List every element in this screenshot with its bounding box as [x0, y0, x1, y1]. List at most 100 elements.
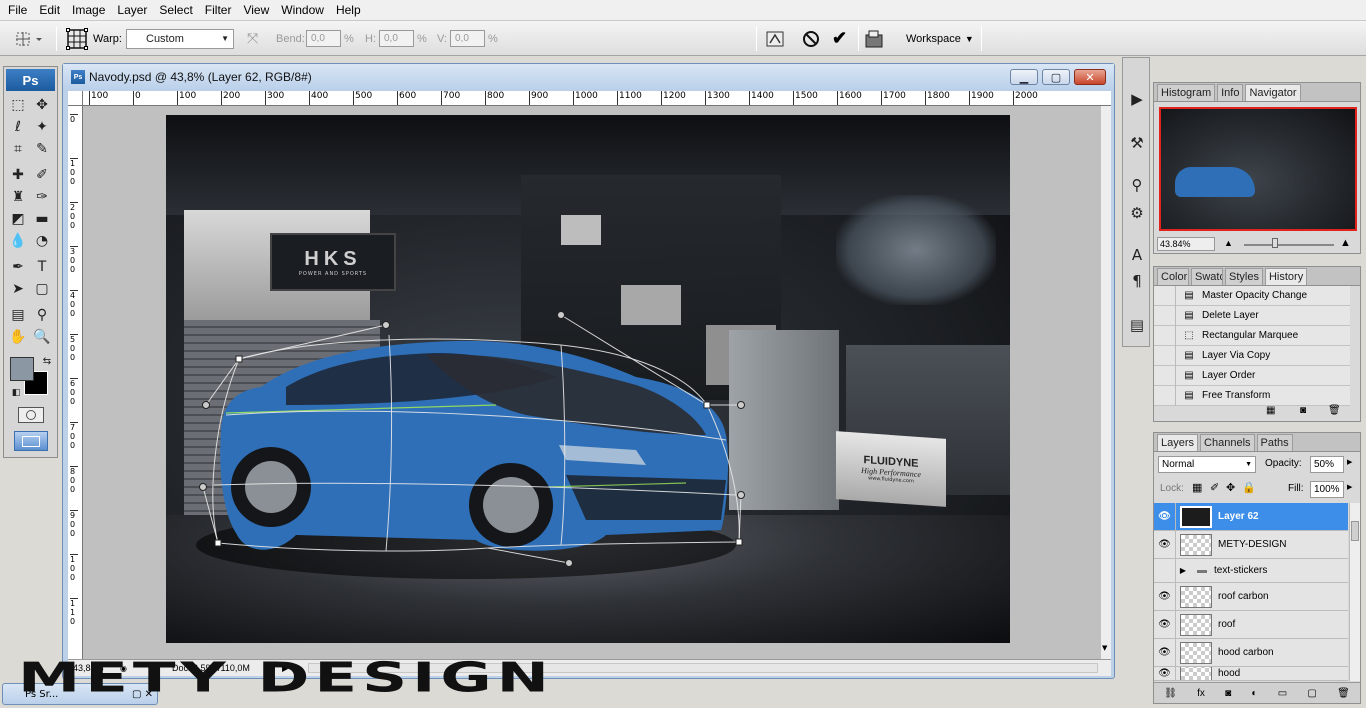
gradient-tool-icon[interactable]: ▬	[31, 209, 53, 229]
history-item[interactable]: ▤ Layer Via Copy	[1154, 345, 1350, 366]
navigator-preview[interactable]	[1159, 107, 1357, 231]
visibility-eye-icon[interactable]: 👁	[1154, 582, 1176, 611]
layer-group-row[interactable]: ▶ ▬ text-stickers	[1154, 558, 1348, 583]
horizontal-ruler[interactable]: 1001000100200300400500600700800900100011…	[83, 91, 1111, 106]
h-distortion-input[interactable]: 0,0	[379, 30, 414, 47]
type-tool-icon[interactable]: T	[31, 257, 53, 277]
visibility-eye-icon[interactable]: 👁	[1154, 530, 1176, 559]
menu-window[interactable]: Window	[275, 0, 330, 21]
cancel-transform-button[interactable]	[802, 21, 820, 56]
scroll-down-icon[interactable]: ▼	[1102, 644, 1107, 652]
delete-layer-icon[interactable]: 🗑	[1337, 688, 1350, 699]
layer-row[interactable]: 👁 roof carbon	[1154, 582, 1348, 611]
zoom-out-icon[interactable]: ▲	[1224, 238, 1233, 248]
visibility-eye-icon[interactable]: 👁	[1154, 610, 1176, 639]
menu-help[interactable]: Help	[330, 0, 367, 21]
layer-mask-icon[interactable]: ◙	[1225, 688, 1231, 699]
lock-pixels-icon[interactable]: ✐	[1210, 481, 1219, 494]
clone-stamp-tool-icon[interactable]: ♜	[7, 187, 29, 207]
tab-navigator[interactable]: Navigator	[1245, 84, 1301, 101]
hand-tool-icon[interactable]: ✋	[7, 327, 29, 347]
fill-input[interactable]: 100%	[1310, 481, 1344, 498]
vertical-ruler[interactable]: 0 1 0 0 2 0 0 3 0 0 4 0 0 5 0 0 6 0 0 7 0 0 8 0 …	[68, 106, 83, 659]
visibility-toggle[interactable]	[1154, 558, 1176, 583]
eyedropper-tool-icon[interactable]: ⚲	[31, 305, 53, 325]
history-item[interactable]: ▤ Master Opacity Change	[1154, 285, 1350, 306]
character-panel-icon[interactable]: A	[1126, 244, 1148, 266]
opacity-input[interactable]: 50%	[1310, 456, 1344, 473]
brushes-panel-icon[interactable]: ⚲	[1126, 174, 1148, 196]
visibility-eye-icon[interactable]: 👁	[1154, 502, 1176, 531]
layers-scroll-thumb[interactable]	[1351, 521, 1359, 541]
document-title-bar[interactable]: Ps Navody.psd @ 43,8% (Layer 62, RGB/8#)	[63, 64, 1114, 90]
lasso-tool-icon[interactable]: ℓ	[7, 117, 29, 137]
navigator-zoom-slider[interactable]	[1244, 244, 1334, 246]
history-item[interactable]: ▤ Delete Layer	[1154, 305, 1350, 326]
paragraph-panel-icon[interactable]: ¶	[1126, 270, 1148, 292]
default-colors-icon[interactable]: ◧	[5, 383, 27, 403]
warp-style-select[interactable]: Custom ▼	[126, 28, 234, 49]
switch-free-transform-button[interactable]	[765, 21, 785, 56]
move-tool-icon[interactable]: ✥	[31, 95, 53, 115]
tab-histogram[interactable]: Histogram	[1157, 84, 1216, 101]
layer-row[interactable]: 👁 hood carbon	[1154, 638, 1348, 667]
eraser-tool-icon[interactable]: ◩	[7, 209, 29, 229]
marquee-tool-icon[interactable]: ⬚	[7, 95, 29, 115]
layer-row[interactable]: 👁 roof	[1154, 610, 1348, 639]
link-layers-icon[interactable]: ⛓	[1164, 688, 1177, 699]
screen-mode-button[interactable]	[14, 431, 48, 451]
dodge-tool-icon[interactable]: ◔	[31, 231, 53, 251]
warp-orientation-button[interactable]: ⤧	[247, 21, 258, 56]
ruler-origin[interactable]	[68, 91, 83, 106]
healing-brush-tool-icon[interactable]: ✚	[7, 165, 29, 185]
navigator-zoom-field[interactable]: 43.84%	[1157, 237, 1215, 251]
workspace-menu[interactable]: Workspace ▼	[906, 21, 974, 56]
shape-tool-icon[interactable]: ▢	[31, 279, 53, 299]
quick-mask-button[interactable]	[18, 407, 44, 423]
fill-arrow-icon[interactable]: ▶	[1347, 483, 1352, 491]
vertical-scrollbar[interactable]: ▼	[1101, 106, 1111, 659]
menu-filter[interactable]: Filter	[199, 0, 238, 21]
trash-icon[interactable]: 🗑	[1328, 405, 1341, 416]
history-brush-tool-icon[interactable]: ✑	[31, 187, 53, 207]
tab-color[interactable]: Color	[1157, 268, 1189, 285]
minimize-button[interactable]: ▁	[1010, 69, 1038, 85]
snapshot-icon[interactable]: ◙	[1300, 405, 1306, 416]
tab-info[interactable]: Info	[1217, 84, 1244, 101]
slice-tool-icon[interactable]: ✎	[31, 139, 53, 159]
layer-comps-icon[interactable]: ▤	[1126, 314, 1148, 336]
magic-wand-tool-icon[interactable]: ✦	[31, 117, 53, 137]
adjustment-layer-icon[interactable]: ◐	[1251, 688, 1257, 699]
menu-layer[interactable]: Layer	[111, 0, 153, 21]
swap-colors-icon[interactable]: ⇆	[36, 351, 58, 371]
pen-tool-icon[interactable]: ✒	[7, 257, 29, 277]
lock-all-icon[interactable]: 🔒	[1242, 481, 1256, 494]
blur-tool-icon[interactable]: 💧	[7, 231, 29, 251]
menu-image[interactable]: Image	[66, 0, 111, 21]
zoom-tool-icon[interactable]: 🔍	[31, 327, 53, 347]
layer-row[interactable]: 👁 Layer 62	[1154, 502, 1348, 531]
menu-view[interactable]: View	[237, 0, 275, 21]
document-image[interactable]: HKS POWER AND SPORTS FLUIDYNE High Perfo…	[166, 115, 1010, 643]
opacity-arrow-icon[interactable]: ▶	[1347, 458, 1352, 466]
warp-mode-icon[interactable]	[66, 21, 88, 56]
tab-layers[interactable]: Layers	[1157, 434, 1199, 451]
canvas-area[interactable]: HKS POWER AND SPORTS FLUIDYNE High Perfo…	[83, 106, 1101, 659]
blend-mode-select[interactable]: Normal ▼	[1158, 456, 1256, 473]
lock-position-icon[interactable]: ✥	[1226, 481, 1235, 494]
lock-transparency-icon[interactable]: ▦	[1192, 481, 1202, 494]
layer-row[interactable]: 👁 hood	[1154, 667, 1348, 681]
group-expand-icon[interactable]: ▶	[1176, 566, 1190, 575]
layer-style-icon[interactable]: fx	[1197, 688, 1205, 699]
visibility-eye-icon[interactable]: 👁	[1154, 667, 1176, 680]
new-document-from-state-icon[interactable]: ▦	[1266, 405, 1275, 416]
tab-paths[interactable]: Paths	[1256, 434, 1293, 451]
path-selection-tool-icon[interactable]: ➤	[7, 279, 29, 299]
navigator-zoom-thumb[interactable]	[1272, 238, 1278, 248]
new-group-icon[interactable]: ▭	[1278, 688, 1287, 699]
visibility-eye-icon[interactable]: 👁	[1154, 638, 1176, 667]
new-layer-icon[interactable]: ▢	[1307, 688, 1316, 699]
bend-input[interactable]: 0,0	[306, 30, 341, 47]
tab-swatches[interactable]: Swatc	[1191, 268, 1223, 285]
tool-presets-icon[interactable]: ⚒	[1126, 132, 1148, 154]
